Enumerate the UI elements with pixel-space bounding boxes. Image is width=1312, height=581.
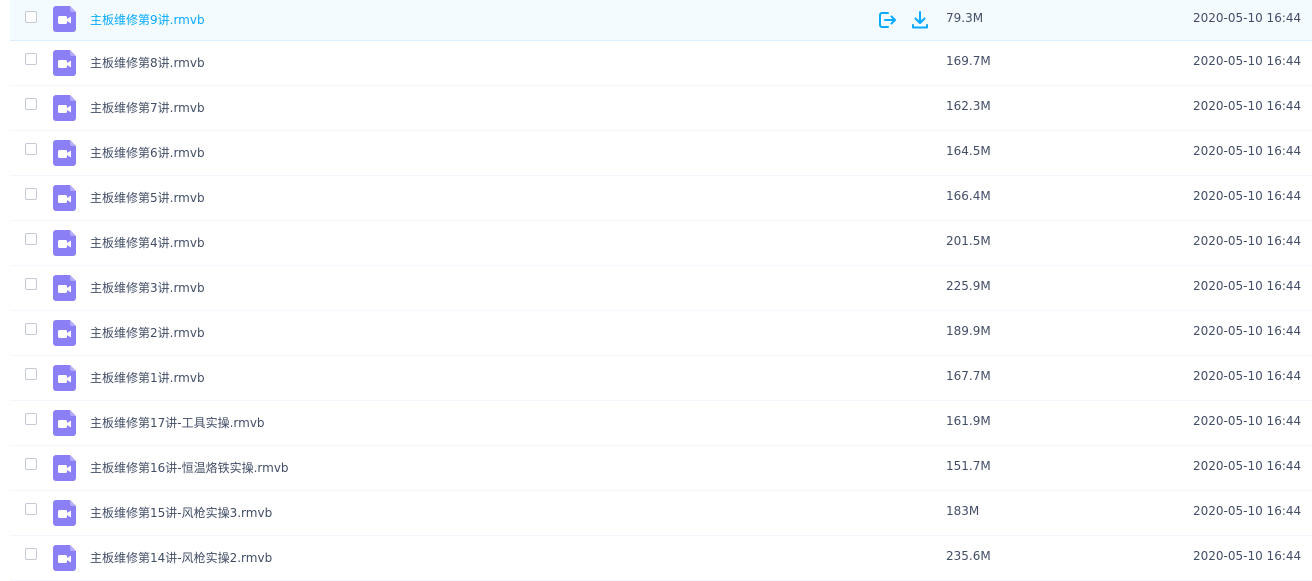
file-size: 151.7M [946,459,991,473]
file-date: 2020-05-10 16:44 [1193,144,1302,158]
file-row[interactable]: 主板维修第14讲-风枪实操2.rmvb 235.6M 2020-05-10 16… [10,536,1312,581]
file-size: 161.9M [946,414,991,428]
file-row[interactable]: 主板维修第6讲.rmvb 164.5M 2020-05-10 16:44 [10,131,1312,176]
file-date: 2020-05-10 16:44 [1193,99,1302,113]
file-date: 2020-05-10 16:44 [1193,504,1302,518]
file-row[interactable]: 主板维修第9讲.rmvb 79.3M 2020-05-10 16:44 [10,0,1312,41]
file-row[interactable]: 主板维修第5讲.rmvb 166.4M 2020-05-10 16:44 [10,176,1312,221]
file-name[interactable]: 主板维修第7讲.rmvb [90,99,205,116]
file-name[interactable]: 主板维修第6讲.rmvb [90,144,205,161]
file-date: 2020-05-10 16:44 [1193,459,1302,473]
file-date: 2020-05-10 16:44 [1193,324,1302,338]
file-row[interactable]: 主板维修第17讲-工具实操.rmvb 161.9M 2020-05-10 16:… [10,401,1312,446]
file-row[interactable]: 主板维修第2讲.rmvb 189.9M 2020-05-10 16:44 [10,311,1312,356]
video-file-icon [53,500,76,526]
file-name[interactable]: 主板维修第14讲-风枪实操2.rmvb [90,549,272,566]
file-size: 235.6M [946,549,991,563]
file-size: 169.7M [946,54,991,68]
file-date: 2020-05-10 16:44 [1193,279,1302,293]
file-size: 164.5M [946,144,991,158]
file-date: 2020-05-10 16:44 [1193,11,1302,25]
file-size: 79.3M [946,11,984,25]
video-file-icon [53,95,76,121]
file-date: 2020-05-10 16:44 [1193,549,1302,563]
row-checkbox[interactable] [25,98,37,110]
video-file-icon [53,410,76,436]
video-file-icon [53,50,76,76]
file-name[interactable]: 主板维修第16讲-恒温烙铁实操.rmvb [90,459,289,476]
file-date: 2020-05-10 16:44 [1193,234,1302,248]
file-row[interactable]: 主板维修第8讲.rmvb 169.7M 2020-05-10 16:44 [10,41,1312,86]
video-file-icon [53,455,76,481]
share-export-icon[interactable] [876,9,898,31]
video-file-icon [53,545,76,571]
row-checkbox[interactable] [25,548,37,560]
file-row[interactable]: 主板维修第7讲.rmvb 162.3M 2020-05-10 16:44 [10,86,1312,131]
video-file-icon [53,275,76,301]
file-name[interactable]: 主板维修第1讲.rmvb [90,369,205,386]
file-date: 2020-05-10 16:44 [1193,414,1302,428]
video-file-icon [53,320,76,346]
download-icon[interactable] [909,9,931,31]
row-checkbox[interactable] [25,458,37,470]
file-name[interactable]: 主板维修第9讲.rmvb [90,11,205,28]
video-file-icon [53,140,76,166]
file-name[interactable]: 主板维修第2讲.rmvb [90,324,205,341]
row-checkbox[interactable] [25,278,37,290]
video-file-icon [53,230,76,256]
file-size: 166.4M [946,189,991,203]
file-size: 183M [946,504,980,518]
file-size: 162.3M [946,99,991,113]
file-name[interactable]: 主板维修第4讲.rmvb [90,234,205,251]
video-file-icon [53,6,76,32]
file-name[interactable]: 主板维修第15讲-风枪实操3.rmvb [90,504,272,521]
row-checkbox[interactable] [25,233,37,245]
video-file-icon [53,365,76,391]
row-checkbox[interactable] [25,143,37,155]
file-row[interactable]: 主板维修第1讲.rmvb 167.7M 2020-05-10 16:44 [10,356,1312,401]
row-checkbox[interactable] [25,53,37,65]
file-list: 主板维修第9讲.rmvb 79.3M 2020-05-10 16:44 主板维修… [0,0,1312,581]
file-name[interactable]: 主板维修第5讲.rmvb [90,189,205,206]
file-size: 225.9M [946,279,991,293]
file-size: 201.5M [946,234,991,248]
video-file-icon [53,185,76,211]
row-checkbox[interactable] [25,368,37,380]
file-size: 189.9M [946,324,991,338]
row-checkbox[interactable] [25,323,37,335]
file-row[interactable]: 主板维修第16讲-恒温烙铁实操.rmvb 151.7M 2020-05-10 1… [10,446,1312,491]
file-name[interactable]: 主板维修第3讲.rmvb [90,279,205,296]
file-row[interactable]: 主板维修第3讲.rmvb 225.9M 2020-05-10 16:44 [10,266,1312,311]
file-date: 2020-05-10 16:44 [1193,369,1302,383]
file-row[interactable]: 主板维修第4讲.rmvb 201.5M 2020-05-10 16:44 [10,221,1312,266]
row-checkbox[interactable] [25,503,37,515]
row-checkbox[interactable] [25,11,37,23]
row-checkbox[interactable] [25,188,37,200]
file-row[interactable]: 主板维修第15讲-风枪实操3.rmvb 183M 2020-05-10 16:4… [10,491,1312,536]
row-checkbox[interactable] [25,413,37,425]
file-size: 167.7M [946,369,991,383]
file-date: 2020-05-10 16:44 [1193,189,1302,203]
file-name[interactable]: 主板维修第8讲.rmvb [90,54,205,71]
file-name[interactable]: 主板维修第17讲-工具实操.rmvb [90,414,265,431]
file-date: 2020-05-10 16:44 [1193,54,1302,68]
